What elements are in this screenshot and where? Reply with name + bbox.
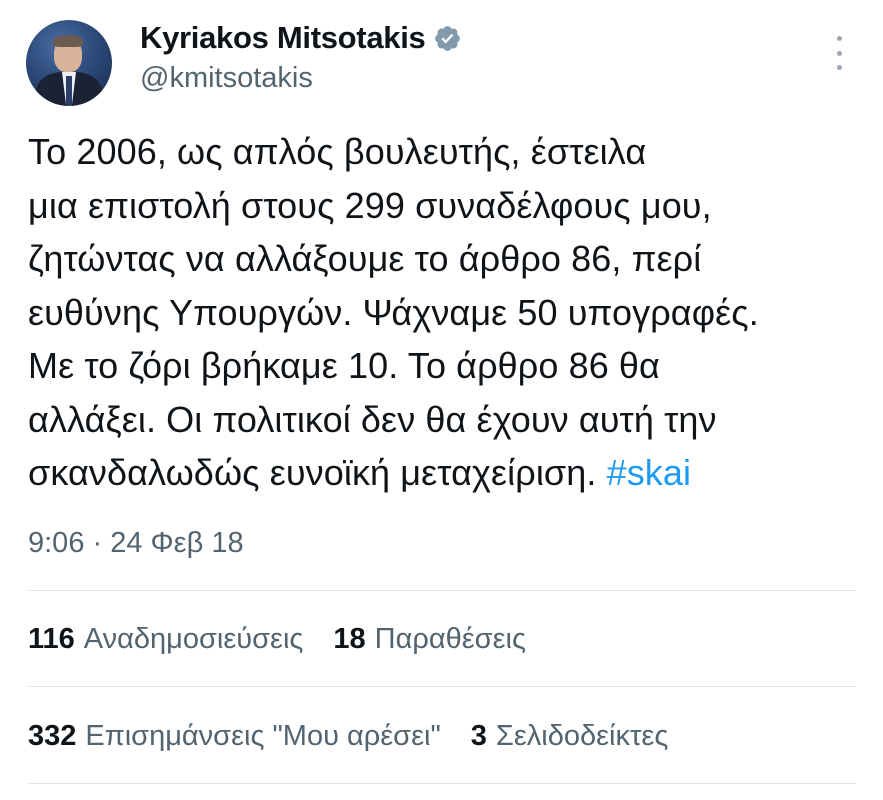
more-dot [836, 36, 842, 41]
tweet-line: Με το ζόρι βρήκαμε 10. Το άρθρο 86 θα [28, 345, 660, 386]
tweet-line: αλλάξει. Οι πολιτικοί δεν θα έχουν αυτή … [28, 398, 717, 440]
tweet-timestamp[interactable]: 9:06 · 24 Φεβ 18 [28, 527, 244, 560]
tweet-line: ευθύνης Υπουργών. Ψάχναμε 50 υπογραφές. [28, 291, 759, 333]
retweets-stat[interactable]: 116 Αναδημοσιεύσεις [28, 623, 303, 656]
divider [28, 686, 856, 687]
author-handle[interactable]: @kmitsotakis [140, 62, 313, 95]
bookmarks-stat[interactable]: 3 Σελιδοδείκτες [471, 720, 669, 753]
retweets-count: 116 [28, 623, 75, 655]
retweets-label: Αναδημοσιεύσεις [83, 623, 304, 655]
bookmarks-count: 3 [470, 720, 487, 752]
likes-count: 332 [28, 720, 77, 752]
hashtag-link[interactable]: #skai [607, 452, 692, 493]
likes-label: Επισημάνσεις "Μου αρέσει" [85, 720, 441, 752]
likes-stat[interactable]: 332 Επισημάνσεις "Μου αρέσει" [28, 720, 441, 753]
bookmarks-label: Σελιδοδείκτες [495, 720, 669, 752]
author-name-row: Kyriakos Mitsotakis [140, 20, 462, 56]
tweet-line: μια επιστολή στους 299 συναδέλφους μου, [28, 184, 712, 226]
avatar[interactable] [26, 20, 112, 106]
quotes-count: 18 [333, 623, 366, 655]
author-display-name[interactable]: Kyriakos Mitsotakis [140, 20, 426, 56]
quotes-stat[interactable]: 18 Παραθέσεις [333, 623, 526, 656]
tweet-line-last: σκανδαλωδώς ευνοϊκή μεταχείριση. #skai [28, 446, 868, 500]
avatar-hair [53, 35, 83, 47]
more-options-icon[interactable] [828, 36, 850, 70]
more-dot [836, 50, 842, 56]
divider [28, 590, 856, 591]
more-dot [836, 65, 842, 70]
avatar-tie [66, 76, 72, 106]
quotes-label: Παραθέσεις [374, 623, 526, 655]
verified-badge-icon [435, 25, 461, 51]
tweet-text: Το 2006, ως απλός βουλευτής, έστειλα μια… [28, 125, 868, 500]
tweet-line: Το 2006, ως απλός βουλευτής, έστειλα [28, 131, 647, 172]
tweet-line-text: σκανδαλωδώς ευνοϊκή μεταχείριση. [28, 452, 597, 493]
stats-row-top: 116 Αναδημοσιεύσεις 18 Παραθέσεις [28, 623, 526, 656]
divider [28, 783, 856, 784]
tweet-line: ζητώντας να αλλάξουμε το άρθρο 86, περί [28, 238, 702, 279]
stats-row-bottom: 332 Επισημάνσεις "Μου αρέσει" 3 Σελιδοδε… [28, 720, 668, 753]
